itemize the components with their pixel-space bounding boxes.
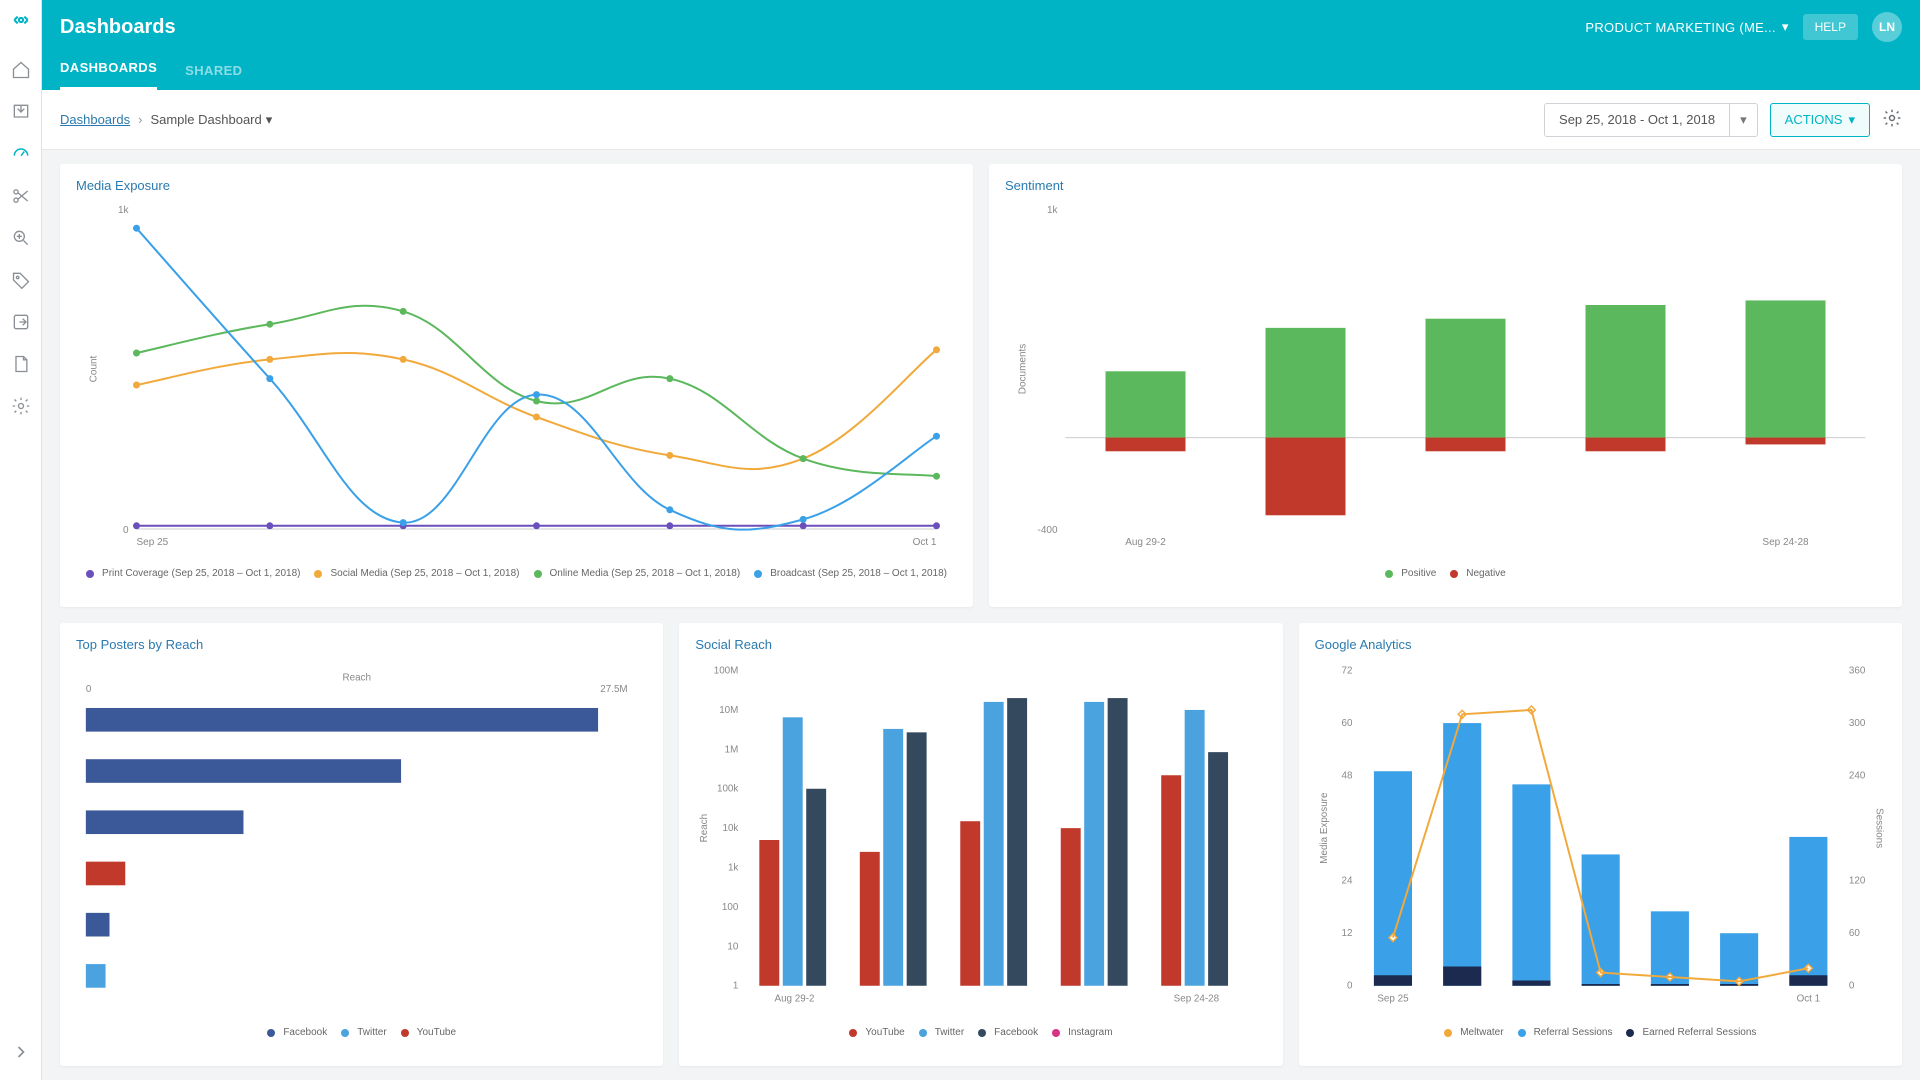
svg-text:1k: 1k bbox=[118, 205, 130, 216]
top-posters-chart: Reach 0 27.5M bbox=[76, 658, 647, 1018]
svg-text:10M: 10M bbox=[720, 705, 739, 716]
chevron-down-icon: ▾ bbox=[266, 112, 273, 128]
widget-title: Google Analytics bbox=[1315, 637, 1886, 652]
breadcrumb-bar: Dashboards › Sample Dashboard ▾ Sep 25, … bbox=[42, 90, 1920, 150]
widget-google-analytics: Google Analytics 0 12 24 48 60 72 0 60 120 240 300… bbox=[1299, 623, 1902, 1066]
scissors-icon[interactable] bbox=[11, 186, 31, 206]
svg-text:Aug 29-2: Aug 29-2 bbox=[775, 994, 815, 1005]
svg-text:10k: 10k bbox=[723, 823, 739, 834]
chevron-down-icon: ▾ bbox=[1848, 112, 1855, 128]
svg-text:60: 60 bbox=[1849, 928, 1860, 939]
widget-top-posters: Top Posters by Reach Reach 0 27.5M Faceboo… bbox=[60, 623, 663, 1066]
svg-text:1M: 1M bbox=[725, 744, 739, 755]
svg-text:Sessions: Sessions bbox=[1873, 808, 1884, 848]
document-icon[interactable] bbox=[11, 354, 31, 374]
svg-text:0: 0 bbox=[123, 525, 129, 536]
svg-text:12: 12 bbox=[1341, 928, 1352, 939]
svg-text:Oct 1: Oct 1 bbox=[913, 537, 937, 548]
brand-logo-icon bbox=[11, 10, 31, 30]
svg-text:Oct 1: Oct 1 bbox=[1796, 994, 1820, 1005]
widget-title: Top Posters by Reach bbox=[76, 637, 647, 652]
home-icon[interactable] bbox=[11, 60, 31, 80]
svg-text:240: 240 bbox=[1849, 771, 1866, 782]
google-analytics-chart: 0 12 24 48 60 72 0 60 120 240 300 360 Media Exposure… bbox=[1315, 658, 1886, 1018]
date-range-picker[interactable]: Sep 25, 2018 - Oct 1, 2018 ▾ bbox=[1544, 103, 1758, 137]
sentiment-chart: 1k -400 Documents Aug 29-2 Sep 24-28 bbox=[1005, 199, 1886, 559]
workspace-name: PRODUCT MARKETING (ME... bbox=[1585, 20, 1775, 35]
tab-dashboards[interactable]: DASHBOARDS bbox=[60, 60, 157, 90]
breadcrumb-current[interactable]: Sample Dashboard ▾ bbox=[150, 112, 272, 128]
sidebar-rail bbox=[0, 0, 42, 1080]
svg-text:Sep 24-28: Sep 24-28 bbox=[1762, 537, 1809, 548]
breadcrumb-sep: › bbox=[138, 112, 142, 127]
social-reach-chart: 1 10 100 1k 10k 100k 1M 10M 100M Reach Aug 29-2 Sep… bbox=[695, 658, 1266, 1018]
svg-text:100k: 100k bbox=[717, 784, 738, 795]
svg-text:0: 0 bbox=[86, 684, 92, 695]
svg-text:Sep 24-28: Sep 24-28 bbox=[1174, 994, 1220, 1005]
widget-sentiment: Sentiment 1k -400 Documents Aug 29-2 Sep 24-… bbox=[989, 164, 1902, 607]
widget-media-exposure: Media Exposure 1k 0 Count Sep 25 Oct 1 Print… bbox=[60, 164, 973, 607]
svg-text:0: 0 bbox=[1849, 981, 1855, 992]
svg-text:Documents: Documents bbox=[1018, 344, 1029, 395]
widget-title: Social Reach bbox=[695, 637, 1266, 652]
svg-text:24: 24 bbox=[1341, 876, 1352, 887]
widget-social-reach: Social Reach 1 10 100 1k 10k 100k 1M 10M 100M Rea… bbox=[679, 623, 1282, 1066]
breadcrumb-root[interactable]: Dashboards bbox=[60, 112, 130, 127]
svg-text:72: 72 bbox=[1341, 665, 1352, 676]
workspace-dropdown[interactable]: PRODUCT MARKETING (ME... ▾ bbox=[1585, 19, 1788, 35]
help-button[interactable]: HELP bbox=[1803, 14, 1858, 40]
svg-text:0: 0 bbox=[1347, 981, 1353, 992]
svg-text:120: 120 bbox=[1849, 876, 1866, 887]
svg-text:Count: Count bbox=[89, 355, 100, 382]
user-avatar[interactable]: LN bbox=[1872, 12, 1902, 42]
topbar: Dashboards PRODUCT MARKETING (ME... ▾ HE… bbox=[42, 0, 1920, 90]
svg-text:100: 100 bbox=[722, 902, 739, 913]
svg-text:Reach: Reach bbox=[699, 814, 710, 842]
sentiment-legend: PositiveNegative bbox=[1005, 568, 1886, 579]
widget-title: Media Exposure bbox=[76, 178, 957, 193]
zoom-icon[interactable] bbox=[11, 228, 31, 248]
gear-icon[interactable] bbox=[1882, 108, 1902, 131]
expand-sidebar-icon[interactable] bbox=[11, 1042, 31, 1062]
tag-icon[interactable] bbox=[11, 270, 31, 290]
svg-text:48: 48 bbox=[1341, 771, 1352, 782]
svg-text:Sep 25: Sep 25 bbox=[1377, 994, 1409, 1005]
google-analytics-legend: MeltwaterReferral SessionsEarned Referra… bbox=[1315, 1027, 1886, 1038]
svg-text:Sep 25: Sep 25 bbox=[137, 537, 169, 548]
media-exposure-chart: 1k 0 Count Sep 25 Oct 1 bbox=[76, 199, 957, 559]
svg-text:1: 1 bbox=[733, 981, 738, 992]
svg-text:1k: 1k bbox=[1047, 205, 1059, 216]
export-icon[interactable] bbox=[11, 312, 31, 332]
svg-text:Media Exposure: Media Exposure bbox=[1318, 792, 1329, 864]
svg-text:60: 60 bbox=[1341, 718, 1352, 729]
svg-text:Reach: Reach bbox=[343, 672, 371, 683]
chevron-down-icon[interactable]: ▾ bbox=[1730, 104, 1757, 136]
social-reach-legend: YouTubeTwitterFacebookInstagram bbox=[695, 1027, 1266, 1038]
actions-button[interactable]: ACTIONS ▾ bbox=[1770, 103, 1870, 137]
chevron-down-icon: ▾ bbox=[1782, 19, 1789, 35]
tab-shared[interactable]: SHARED bbox=[185, 63, 242, 90]
svg-text:27.5M: 27.5M bbox=[600, 684, 627, 695]
svg-text:100M: 100M bbox=[714, 665, 739, 676]
media-exposure-legend: Print Coverage (Sep 25, 2018 – Oct 1, 20… bbox=[76, 568, 957, 579]
settings-icon[interactable] bbox=[11, 396, 31, 416]
svg-text:Aug 29-2: Aug 29-2 bbox=[1125, 537, 1166, 548]
svg-text:-400: -400 bbox=[1037, 525, 1057, 536]
svg-text:1k: 1k bbox=[728, 863, 738, 874]
svg-text:360: 360 bbox=[1849, 665, 1866, 676]
topbar-tabs: DASHBOARDS SHARED bbox=[42, 46, 1920, 90]
inbox-icon[interactable] bbox=[11, 102, 31, 122]
widget-title: Sentiment bbox=[1005, 178, 1886, 193]
svg-text:10: 10 bbox=[728, 941, 739, 952]
dashboard-icon[interactable] bbox=[11, 144, 31, 164]
top-posters-legend: FacebookTwitterYouTube bbox=[76, 1027, 647, 1038]
svg-text:300: 300 bbox=[1849, 718, 1866, 729]
date-range-text: Sep 25, 2018 - Oct 1, 2018 bbox=[1545, 104, 1730, 136]
page-title: Dashboards bbox=[60, 16, 176, 39]
